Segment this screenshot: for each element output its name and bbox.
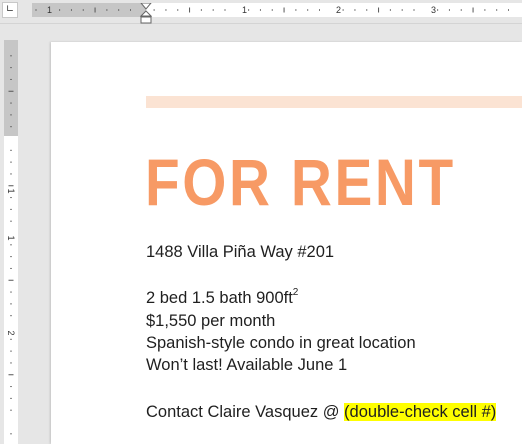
ruler-number: 1 [47,5,53,15]
vertical-ruler[interactable]: 1 1 2 [4,40,18,444]
highlighted-text: (double-check cell #) [344,403,497,421]
ruler-number: 3 [431,5,437,15]
ruler-number: 1 [6,235,16,241]
document-page[interactable]: FOR RENT 1488 Villa Piña Way #201 2 bed … [51,42,522,444]
details-text: 2 bed 1.5 bath 900ft [146,289,293,307]
ruler-number: 2 [6,330,16,336]
tab-selector-button[interactable]: ∟ [2,2,18,18]
indent-marker-icon[interactable] [140,3,152,24]
price-line[interactable]: $1,550 per month [146,311,275,331]
tab-stop-icon: ∟ [5,4,15,15]
contact-line[interactable]: Contact Claire Vasquez @ (double-check c… [146,402,497,422]
description-line[interactable]: Spanish-style condo in great location [146,333,416,353]
superscript: 2 [292,287,299,298]
contact-text: Contact Claire Vasquez @ [146,403,345,421]
horizontal-ruler[interactable]: 1 1 2 3 [32,3,522,17]
address-line[interactable]: 1488 Villa Piña Way #201 [146,242,334,262]
ruler-number: 1 [242,5,248,15]
document-headline[interactable]: FOR RENT [145,142,456,222]
horizontal-ruler-bar: ∟ 1 1 2 3 [0,0,522,24]
ruler-ticks [35,7,509,13]
details-line[interactable]: 2 bed 1.5 bath 900ft2 [146,288,298,308]
availability-line[interactable]: Won’t last! Available June 1 [146,355,347,375]
ruler-number: 2 [336,5,342,15]
ruler-number: 1 [6,188,16,194]
header-accent-bar [146,96,522,108]
